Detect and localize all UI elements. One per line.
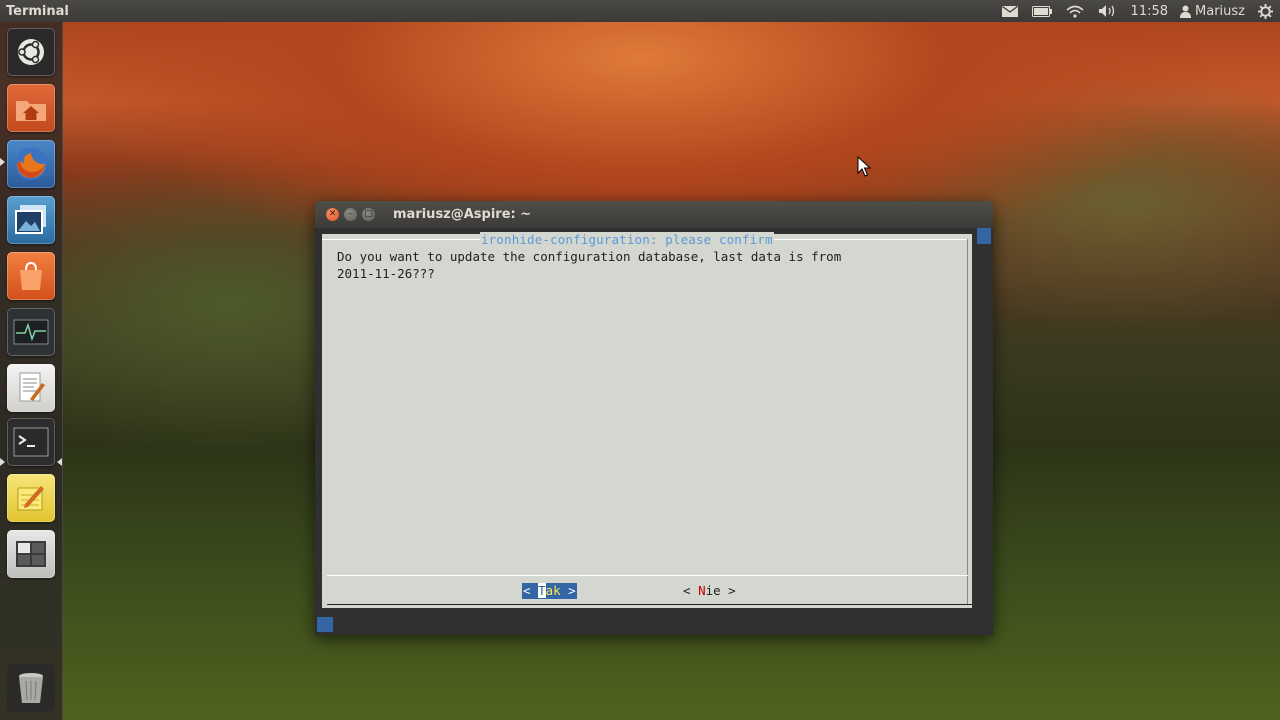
gear-icon[interactable] xyxy=(1251,0,1280,22)
clock[interactable]: 11:58 xyxy=(1125,4,1174,19)
window-titlebar[interactable]: ✕ – □ mariusz@Aspire: ~ xyxy=(315,201,993,228)
dialog-border xyxy=(967,239,968,604)
user-icon xyxy=(1180,5,1192,18)
active-app-title: Terminal xyxy=(6,3,69,19)
focused-indicator xyxy=(57,458,62,466)
terminal-icon xyxy=(13,427,49,457)
yes-hotkey: T xyxy=(538,583,546,598)
text-editor-button[interactable] xyxy=(7,364,55,412)
yes-label-rest: ak xyxy=(545,583,561,598)
shopping-bag-icon xyxy=(20,261,42,290)
terminal-window: ✕ – □ mariusz@Aspire: ~ ironhide-configu… xyxy=(315,201,993,635)
running-indicator xyxy=(0,458,5,466)
firefox-icon xyxy=(15,148,47,180)
mouse-pointer-icon xyxy=(857,156,871,177)
notes-button[interactable] xyxy=(7,474,55,522)
no-hotkey: N xyxy=(698,583,706,598)
running-indicator xyxy=(0,158,5,166)
close-icon[interactable]: ✕ xyxy=(326,208,339,221)
battery-icon[interactable] xyxy=(1025,0,1059,22)
window-title: mariusz@Aspire: ~ xyxy=(393,207,532,222)
maximize-icon[interactable]: □ xyxy=(362,208,375,221)
text-editor-icon xyxy=(19,372,45,402)
notes-pencil-icon xyxy=(17,486,44,511)
workspace-switcher-button[interactable] xyxy=(7,530,55,578)
dialog-message: Do you want to update the configuration … xyxy=(337,249,842,281)
indicator-area: 11:58 Mariusz xyxy=(995,0,1280,22)
user-name: Mariusz xyxy=(1195,3,1245,19)
terminal-button[interactable] xyxy=(7,418,55,466)
dialog-shadow xyxy=(327,604,972,605)
no-bracket-open: < xyxy=(683,583,699,598)
user-menu[interactable]: Mariusz xyxy=(1174,4,1251,19)
wifi-icon[interactable] xyxy=(1059,0,1091,22)
terminal-scrollbar[interactable] xyxy=(977,228,991,635)
dash-home-button[interactable] xyxy=(7,28,55,76)
system-monitor-button[interactable] xyxy=(7,308,55,356)
yes-bracket-close: > xyxy=(560,583,576,598)
scrollbar-thumb[interactable] xyxy=(977,228,991,244)
ubuntu-logo-icon xyxy=(18,39,44,65)
dialog-title: ironhide-configuration: please confirm xyxy=(480,232,774,247)
yes-bracket-open: < xyxy=(523,583,539,598)
trash-icon xyxy=(19,673,43,703)
yes-button[interactable]: < Tak > xyxy=(522,583,577,599)
minimize-icon[interactable]: – xyxy=(344,208,357,221)
no-bracket-close: > xyxy=(720,583,736,598)
top-panel: Terminal 11:58 Mariusz xyxy=(0,0,1280,22)
no-button[interactable]: < Nie > xyxy=(683,583,736,599)
mail-icon[interactable] xyxy=(995,0,1025,22)
terminal-cursor xyxy=(317,617,333,632)
dialog-separator xyxy=(327,575,968,576)
home-folder-button[interactable] xyxy=(7,84,55,132)
software-center-button[interactable] xyxy=(7,252,55,300)
terminal-content[interactable]: ironhide-configuration: please confirm D… xyxy=(317,228,991,635)
volume-icon[interactable] xyxy=(1091,0,1125,22)
shotwell-button[interactable] xyxy=(7,196,55,244)
trash-button[interactable] xyxy=(7,664,55,712)
home-folder-icon xyxy=(16,101,46,121)
system-monitor-icon xyxy=(13,319,49,345)
workspace-switcher-icon xyxy=(16,541,46,567)
confirm-dialog: ironhide-configuration: please confirm D… xyxy=(322,232,972,608)
firefox-button[interactable] xyxy=(7,140,55,188)
no-label-rest: ie xyxy=(705,583,721,598)
photos-icon xyxy=(15,205,46,234)
launcher xyxy=(0,22,63,720)
